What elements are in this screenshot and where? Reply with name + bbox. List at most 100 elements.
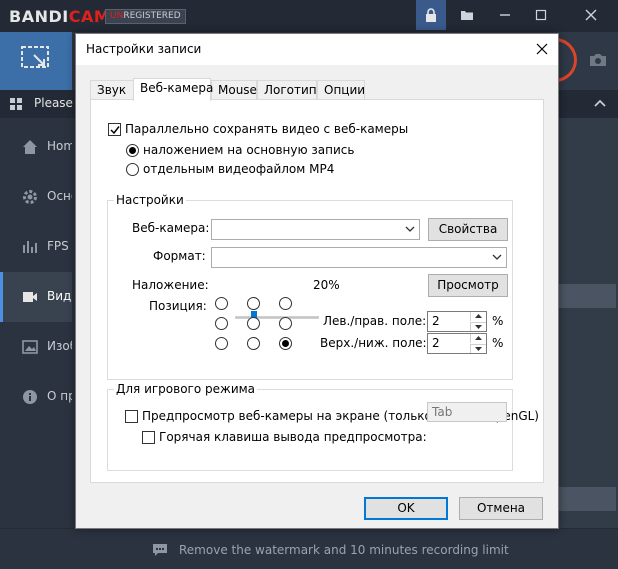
margin-lr-spinner[interactable]: 2 — [427, 311, 487, 332]
camera-icon[interactable] — [588, 52, 608, 68]
record-settings-dialog: Настройки записи Звук Веб-камера Mouse Л… — [75, 33, 559, 529]
margin-lr-value: 2 — [432, 314, 440, 328]
position-radio-2[interactable] — [247, 297, 260, 310]
position-radio-7[interactable] — [215, 337, 228, 350]
sidebar-item-label: Видео — [47, 289, 72, 303]
dialog-title: Настройки записи — [86, 42, 202, 56]
checkmark-icon — [110, 126, 120, 135]
position-radio-3[interactable] — [279, 297, 292, 310]
margin-tb-percent: % — [492, 336, 504, 350]
app-logo: BANDICAM — [9, 7, 110, 26]
overlay-radio[interactable] — [126, 144, 139, 157]
sidebar-item-label: Основ — [47, 189, 72, 203]
sidebar-item-label: О про — [47, 389, 72, 403]
webcam-label: Веб-камера: — [132, 221, 210, 235]
sidebar: Home Основ FPS Видео Изоб О про — [0, 118, 72, 528]
preview-on-screen-checkbox[interactable] — [125, 410, 138, 423]
dialog-titlebar: Настройки записи — [76, 34, 558, 65]
hotkey-input[interactable]: Tab — [427, 402, 507, 422]
hotkey-checkbox[interactable] — [142, 431, 155, 444]
grid-icon — [10, 98, 22, 110]
maximize-icon — [535, 9, 547, 21]
chat-icon — [153, 544, 167, 556]
separate-file-radio[interactable] — [126, 163, 139, 176]
fps-icon — [23, 241, 37, 253]
ok-button[interactable]: OK — [364, 497, 448, 520]
watermark-notice[interactable]: Remove the watermark and 10 minutes reco… — [179, 543, 509, 557]
sidebar-item-label: Home — [47, 139, 72, 153]
webcam-select[interactable] — [211, 219, 420, 240]
chevron-down-icon — [405, 226, 415, 232]
screen-mode-button[interactable] — [0, 32, 72, 90]
cancel-button[interactable]: Отмена — [459, 497, 543, 520]
save-webcam-checkbox[interactable] — [108, 123, 121, 136]
image-icon — [22, 340, 38, 354]
preview-button[interactable]: Просмотр — [428, 274, 508, 297]
sidebar-item-about[interactable]: О про — [0, 372, 72, 422]
arrow-up-icon — [475, 314, 482, 318]
margin-lr-up-button[interactable] — [470, 312, 486, 321]
lock-button[interactable] — [416, 0, 446, 30]
tab-options[interactable]: Опции — [317, 80, 365, 100]
game-mode-group-title: Для игрового режима — [114, 382, 258, 396]
arrow-down-icon — [475, 347, 482, 351]
section-label: Please s — [34, 96, 74, 110]
sidebar-item-label: FPS — [47, 239, 69, 253]
chevron-up-icon[interactable] — [594, 99, 606, 107]
margin-lr-down-button[interactable] — [470, 322, 486, 331]
sidebar-item-image[interactable]: Изоб — [0, 322, 72, 372]
save-webcam-label: Параллельно сохранять видео с веб-камеры — [125, 122, 409, 136]
tab-logo[interactable]: Логотип — [257, 80, 317, 100]
sidebar-item-label: Изоб — [47, 339, 72, 353]
position-label: Позиция: — [149, 299, 207, 313]
margin-lr-percent: % — [492, 314, 504, 328]
sidebar-item-general[interactable]: Основ — [0, 172, 72, 222]
logo-text-bandi: BANDI — [9, 7, 69, 26]
arrow-up-icon — [475, 336, 482, 340]
close-icon — [585, 9, 597, 21]
format-select[interactable] — [211, 247, 507, 268]
gear-icon — [23, 190, 37, 204]
position-radio-4[interactable] — [215, 317, 228, 330]
tab-webcam[interactable]: Веб-камера — [133, 78, 213, 101]
minimize-icon — [500, 14, 510, 16]
sidebar-item-fps[interactable]: FPS — [0, 222, 72, 272]
screen-record-icon — [21, 46, 49, 68]
info-icon — [23, 390, 37, 404]
format-label: Формат: — [153, 249, 206, 263]
sidebar-item-home[interactable]: Home — [0, 122, 72, 172]
folder-button[interactable] — [452, 0, 482, 30]
chevron-down-icon — [492, 254, 502, 260]
arrow-down-icon — [475, 325, 482, 329]
position-radio-5[interactable] — [247, 317, 260, 330]
margin-tb-up-button[interactable] — [470, 334, 486, 343]
margin-tb-spinner[interactable]: 2 — [427, 333, 487, 354]
app-close-button[interactable] — [562, 0, 618, 30]
overlay-radio-label: наложением на основную запись — [143, 143, 355, 157]
overlay-percent: 20% — [313, 278, 340, 292]
position-radio-9[interactable] — [279, 337, 292, 350]
position-radio-6[interactable] — [279, 317, 292, 330]
close-icon — [536, 43, 548, 55]
margin-tb-down-button[interactable] — [470, 344, 486, 353]
position-radio-1[interactable] — [215, 297, 228, 310]
tab-sound[interactable]: Звук — [90, 80, 134, 100]
minimize-button[interactable] — [490, 0, 520, 30]
dialog-close-button[interactable] — [532, 39, 552, 59]
sidebar-item-video[interactable]: Видео — [0, 272, 72, 322]
margin-lr-label: Лев./прав. поле: — [323, 314, 427, 328]
position-radio-8[interactable] — [247, 337, 260, 350]
properties-button[interactable]: Свойства — [428, 218, 508, 241]
lock-icon — [426, 8, 436, 22]
tab-mouse[interactable]: Mouse — [211, 80, 257, 100]
hotkey-label: Горячая клавиша вывода предпросмотра: — [159, 430, 427, 444]
margin-tb-label: Верх./ниж. поле: — [320, 336, 427, 350]
unregistered-text: REGISTERED — [123, 11, 181, 21]
settings-group-title: Настройки — [114, 193, 186, 207]
overlay-label: Наложение: — [132, 278, 209, 292]
separate-file-radio-label: отдельным видеофайлом MP4 — [143, 162, 335, 176]
maximize-button[interactable] — [526, 0, 556, 30]
unregistered-badge[interactable]: UNREGISTERED — [105, 9, 186, 24]
home-icon — [23, 140, 37, 154]
video-icon — [23, 292, 37, 302]
